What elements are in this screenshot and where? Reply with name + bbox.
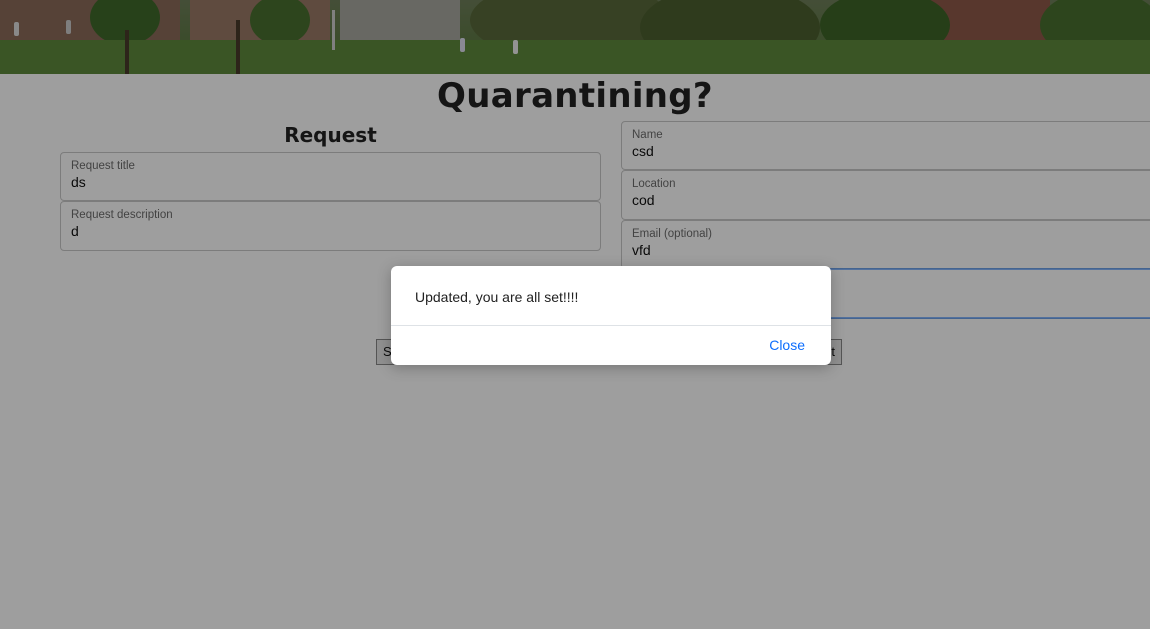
close-button[interactable]: Close [769, 337, 805, 353]
modal-message: Updated, you are all set!!!! [415, 289, 579, 305]
modal-body: Updated, you are all set!!!! [391, 266, 831, 326]
modal-footer: Close [391, 326, 831, 365]
confirmation-modal: Updated, you are all set!!!! Close [391, 266, 831, 365]
